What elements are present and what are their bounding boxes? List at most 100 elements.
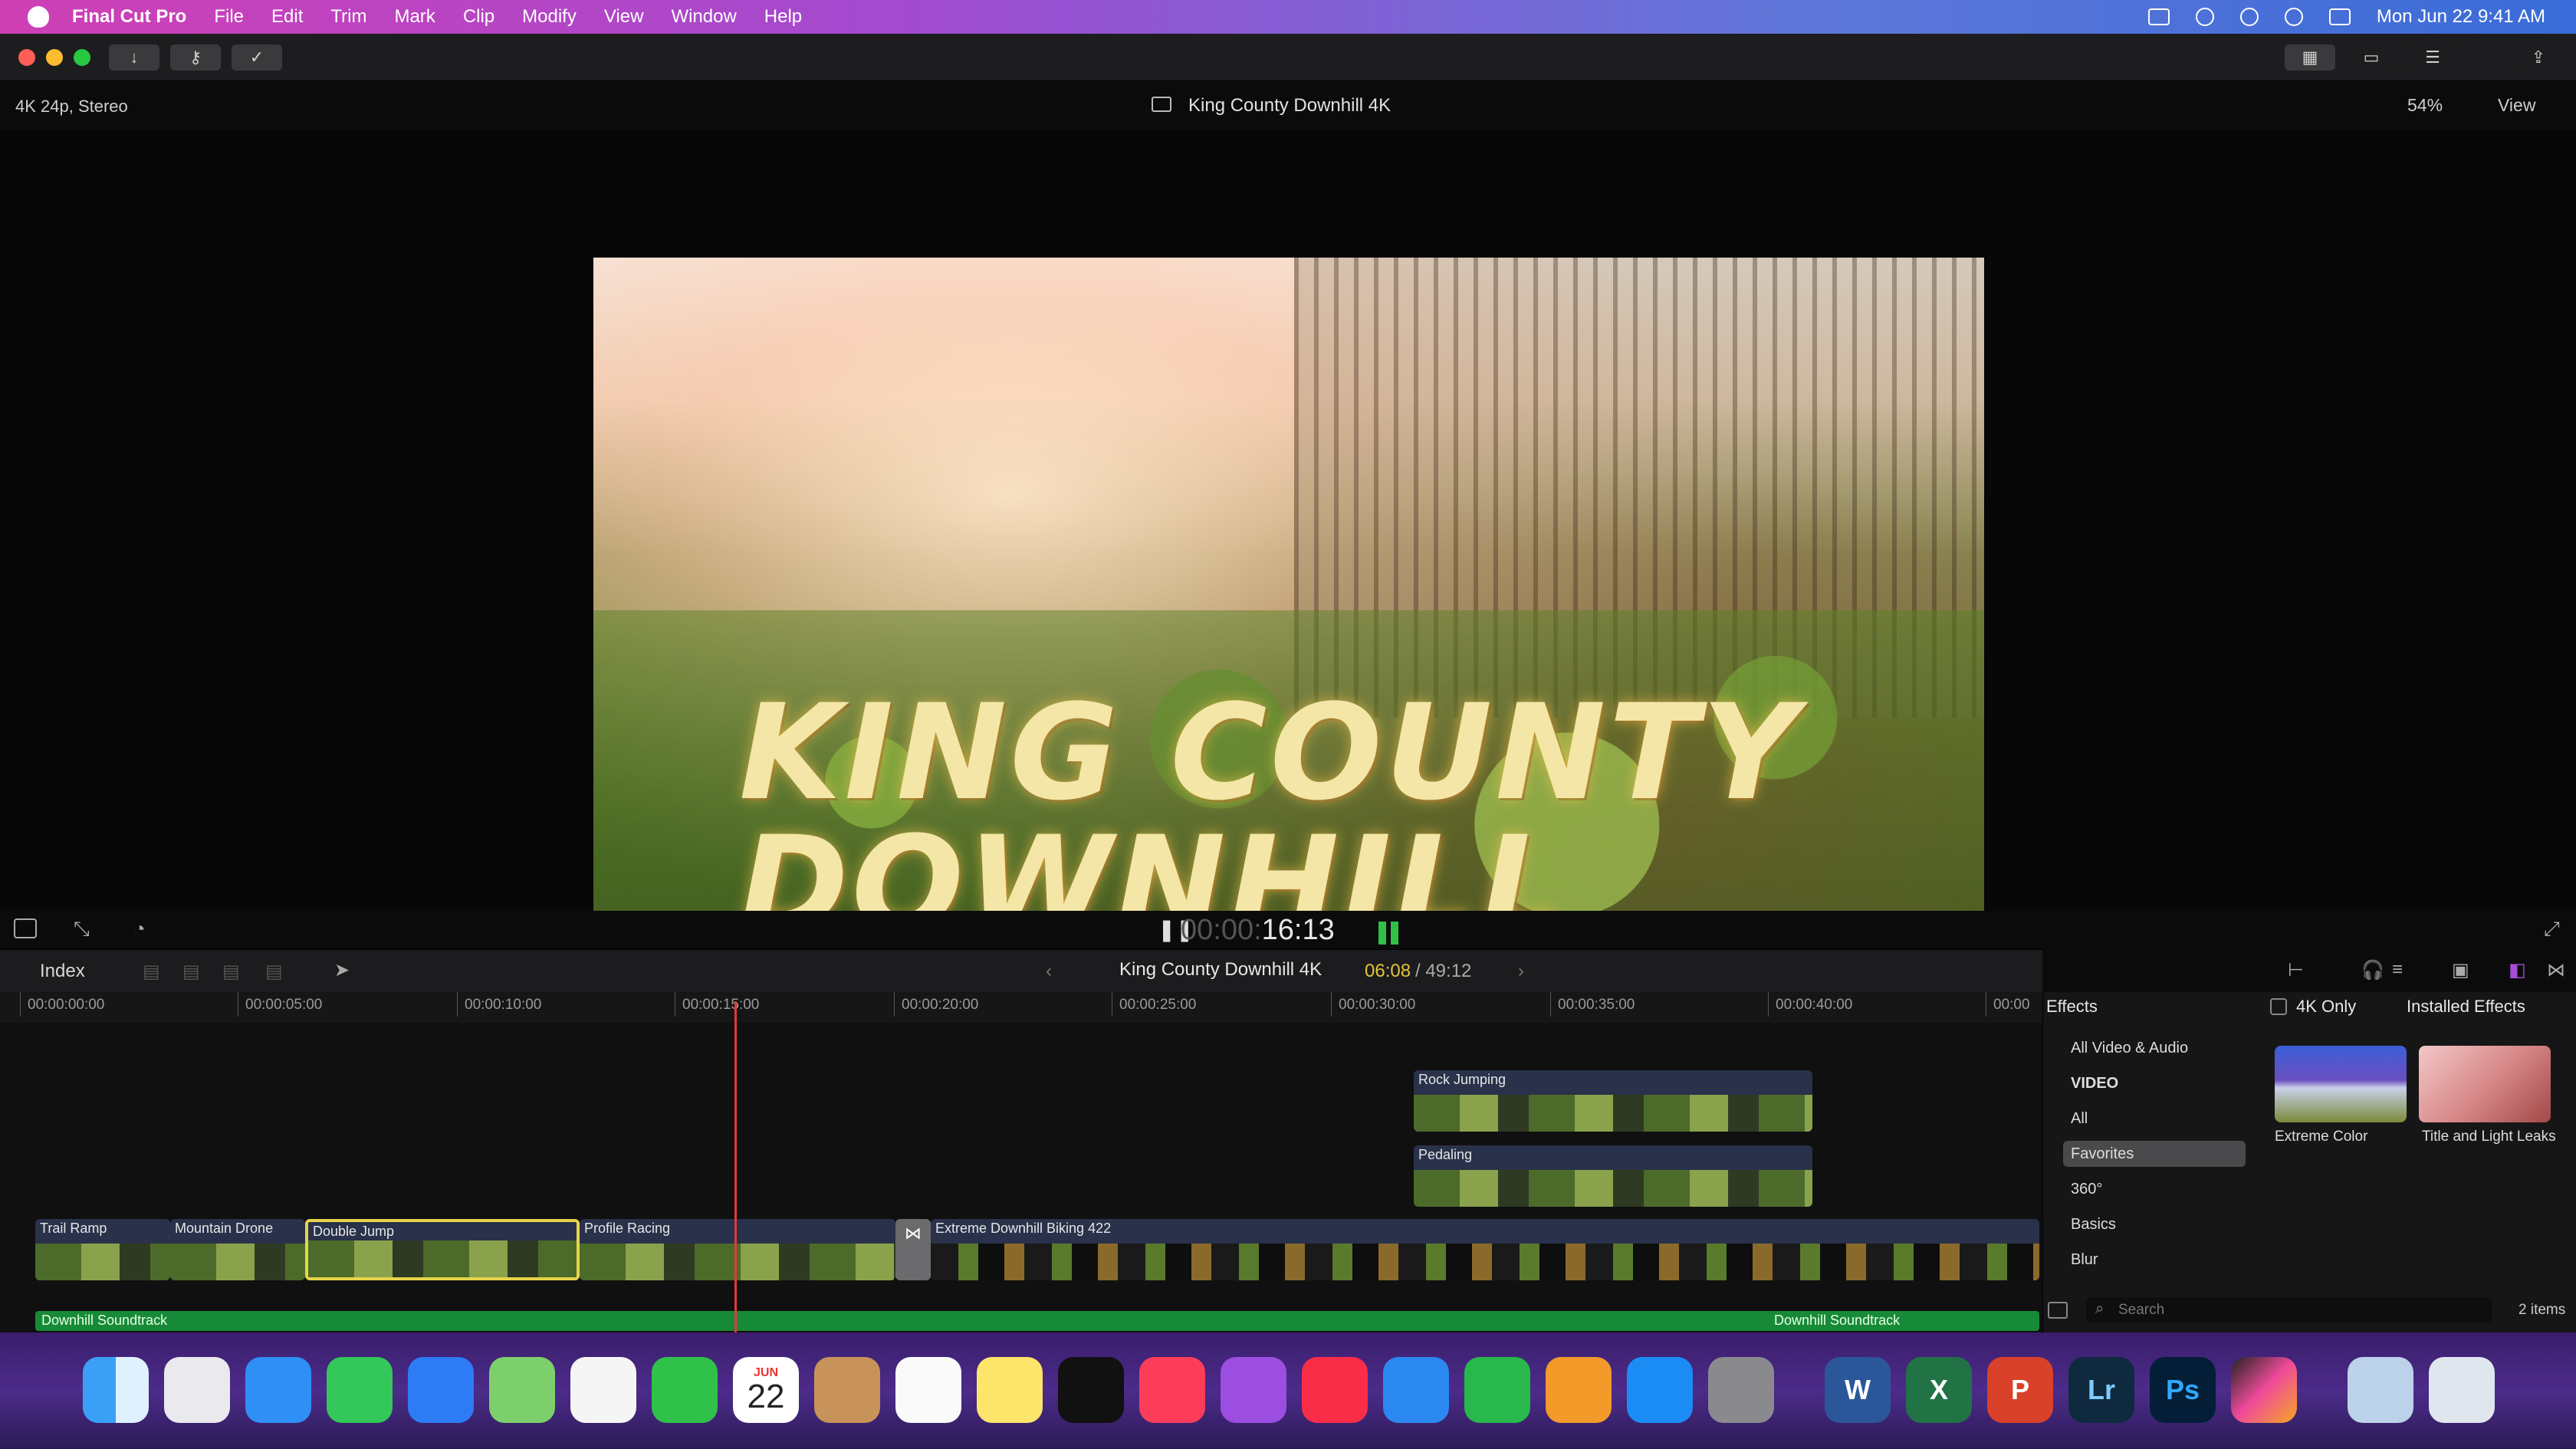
inspector-toggle-button[interactable]: ☰ bbox=[2407, 44, 2458, 71]
podcasts-icon[interactable] bbox=[1221, 1357, 1286, 1423]
system-preferences-icon[interactable] bbox=[1708, 1357, 1774, 1423]
control-center-icon[interactable] bbox=[2328, 8, 2351, 25]
selected-primary-clip[interactable]: Double Jump bbox=[305, 1219, 580, 1280]
trash-icon[interactable] bbox=[2429, 1357, 2495, 1423]
effects-category-blur[interactable]: Blur bbox=[2063, 1247, 2246, 1273]
keywords-button[interactable]: ⚷ bbox=[170, 44, 221, 71]
calendar-icon[interactable]: JUN 22 bbox=[733, 1357, 799, 1423]
keynote-icon[interactable] bbox=[1383, 1357, 1449, 1423]
reminders-icon[interactable] bbox=[895, 1357, 961, 1423]
menubar-clock[interactable]: Mon Jun 22 9:41 AM bbox=[2377, 6, 2545, 28]
clip-appearance-icon[interactable]: ▣ bbox=[2452, 959, 2469, 981]
news-icon[interactable] bbox=[1302, 1357, 1368, 1423]
insert-edit-icon[interactable]: ▤ bbox=[182, 961, 200, 983]
index-button[interactable]: Index bbox=[40, 961, 85, 982]
messages-icon[interactable] bbox=[327, 1357, 393, 1423]
excel-icon[interactable]: X bbox=[1906, 1357, 1972, 1423]
word-icon[interactable]: W bbox=[1825, 1357, 1891, 1423]
menu-app-name[interactable]: Final Cut Pro bbox=[72, 6, 186, 28]
effects-search-field[interactable]: ⌕ Search bbox=[2086, 1297, 2492, 1323]
downloads-stack-icon[interactable] bbox=[2348, 1357, 2413, 1423]
import-button[interactable]: ↓ bbox=[109, 44, 159, 71]
viewer-layout-icon[interactable] bbox=[14, 918, 37, 938]
close-window-button[interactable] bbox=[18, 49, 35, 66]
effect-thumbnail-title-light-leaks[interactable] bbox=[2419, 1046, 2551, 1122]
speed-icon[interactable]: ◔ bbox=[133, 917, 146, 941]
contacts-icon[interactable] bbox=[814, 1357, 880, 1423]
launchpad-icon[interactable] bbox=[164, 1357, 230, 1423]
app-store-icon[interactable] bbox=[1627, 1357, 1693, 1423]
effects-category-favorites[interactable]: Favorites bbox=[2063, 1141, 2246, 1167]
apple-icon[interactable] bbox=[28, 6, 49, 28]
append-edit-icon[interactable]: ▤ bbox=[222, 961, 240, 983]
connect-edit-icon[interactable]: ▤ bbox=[143, 961, 160, 983]
timeline-toggle-button[interactable]: ▭ bbox=[2346, 44, 2397, 71]
spotlight-search-icon[interactable] bbox=[2284, 8, 2303, 26]
connected-clip[interactable]: Rock Jumping bbox=[1414, 1070, 1812, 1132]
volume-icon[interactable] bbox=[2239, 8, 2259, 26]
background-tasks-button[interactable]: ✓ bbox=[232, 44, 282, 71]
select-tool-icon[interactable]: ➤ bbox=[334, 959, 350, 981]
share-button[interactable]: ⇪ bbox=[2515, 44, 2562, 71]
mail-icon[interactable] bbox=[408, 1357, 474, 1423]
timeline[interactable]: Rock Jumping Pedaling Trail Ramp Mountai… bbox=[0, 1023, 2042, 1332]
effects-category-all-video-audio[interactable]: All Video & Audio bbox=[2063, 1035, 2246, 1061]
transition-bowtie[interactable]: ⋈ bbox=[895, 1219, 931, 1280]
photoshop-icon[interactable]: Ps bbox=[2150, 1357, 2216, 1423]
snapping-icon[interactable]: ≡ bbox=[2392, 959, 2403, 981]
menu-window[interactable]: Window bbox=[671, 6, 736, 28]
notes-icon[interactable] bbox=[977, 1357, 1043, 1423]
effects-browser-icon[interactable]: ◧ bbox=[2509, 959, 2526, 981]
zoom-window-button[interactable] bbox=[74, 49, 90, 66]
primary-clip[interactable]: Extreme Downhill Biking 422 bbox=[931, 1219, 2039, 1280]
primary-clip[interactable]: Trail Ramp bbox=[35, 1219, 170, 1280]
final-cut-pro-icon[interactable] bbox=[2231, 1357, 2297, 1423]
primary-clip[interactable]: Mountain Drone bbox=[170, 1219, 305, 1280]
transform-tool-icon[interactable]: ⤡ bbox=[74, 917, 90, 941]
facetime-icon[interactable] bbox=[652, 1357, 718, 1423]
lightroom-icon[interactable]: Lr bbox=[2068, 1357, 2134, 1423]
effects-category-all[interactable]: All bbox=[2063, 1106, 2246, 1132]
menu-file[interactable]: File bbox=[214, 6, 244, 28]
menu-edit[interactable]: Edit bbox=[271, 6, 303, 28]
menu-trim[interactable]: Trim bbox=[330, 6, 366, 28]
browser-toggle-button[interactable]: ▦ bbox=[2285, 44, 2335, 71]
headphones-icon[interactable]: 🎧 bbox=[2361, 959, 2384, 981]
pages-icon[interactable] bbox=[1546, 1357, 1612, 1423]
menu-view[interactable]: View bbox=[604, 6, 644, 28]
menu-mark[interactable]: Mark bbox=[394, 6, 435, 28]
timeline-ruler[interactable]: 00:00:00:00 00:00:05:00 00:00:10:00 00:0… bbox=[0, 992, 2042, 1023]
view-dropdown[interactable]: View bbox=[2498, 95, 2535, 116]
fullscreen-icon[interactable]: ⤢ bbox=[2544, 917, 2560, 941]
display-icon[interactable] bbox=[2147, 8, 2170, 25]
numbers-icon[interactable] bbox=[1464, 1357, 1530, 1423]
menu-modify[interactable]: Modify bbox=[522, 6, 577, 28]
skimming-icon[interactable]: ⊢ bbox=[2288, 959, 2304, 981]
back-arrow-icon[interactable]: ‹ bbox=[1046, 961, 1052, 982]
music-icon[interactable] bbox=[1139, 1357, 1205, 1423]
installed-effects-dropdown[interactable]: Installed Effects bbox=[2407, 997, 2525, 1017]
sidebar-toggle-icon[interactable] bbox=[2048, 1302, 2068, 1319]
primary-clip[interactable]: Profile Racing bbox=[580, 1219, 895, 1280]
wifi-icon[interactable] bbox=[2195, 8, 2214, 26]
finder-icon[interactable] bbox=[83, 1357, 149, 1423]
minimize-window-button[interactable] bbox=[46, 49, 63, 66]
photos-icon[interactable] bbox=[570, 1357, 636, 1423]
effects-category-video[interactable]: VIDEO bbox=[2063, 1070, 2246, 1096]
playhead[interactable] bbox=[734, 1001, 737, 1332]
safari-icon[interactable] bbox=[245, 1357, 311, 1423]
forward-arrow-icon[interactable]: › bbox=[1518, 961, 1524, 982]
effect-thumbnail-extreme-color[interactable] bbox=[2275, 1046, 2407, 1122]
zoom-level-dropdown[interactable]: 54% bbox=[2407, 95, 2443, 116]
menu-clip[interactable]: Clip bbox=[463, 6, 495, 28]
maps-icon[interactable] bbox=[489, 1357, 555, 1423]
menu-help[interactable]: Help bbox=[764, 6, 802, 28]
transitions-browser-icon[interactable]: ⋈ bbox=[2547, 959, 2565, 981]
connected-clip[interactable]: Pedaling bbox=[1414, 1145, 1812, 1207]
4k-only-checkbox[interactable] bbox=[2270, 998, 2287, 1015]
overwrite-edit-icon[interactable]: ▤ bbox=[265, 961, 283, 983]
effects-category-basics[interactable]: Basics bbox=[2063, 1211, 2246, 1237]
powerpoint-icon[interactable]: P bbox=[1987, 1357, 2053, 1423]
effects-category-360[interactable]: 360° bbox=[2063, 1176, 2246, 1202]
timeline-project-dropdown[interactable]: King County Downhill 4K bbox=[1119, 959, 1322, 981]
